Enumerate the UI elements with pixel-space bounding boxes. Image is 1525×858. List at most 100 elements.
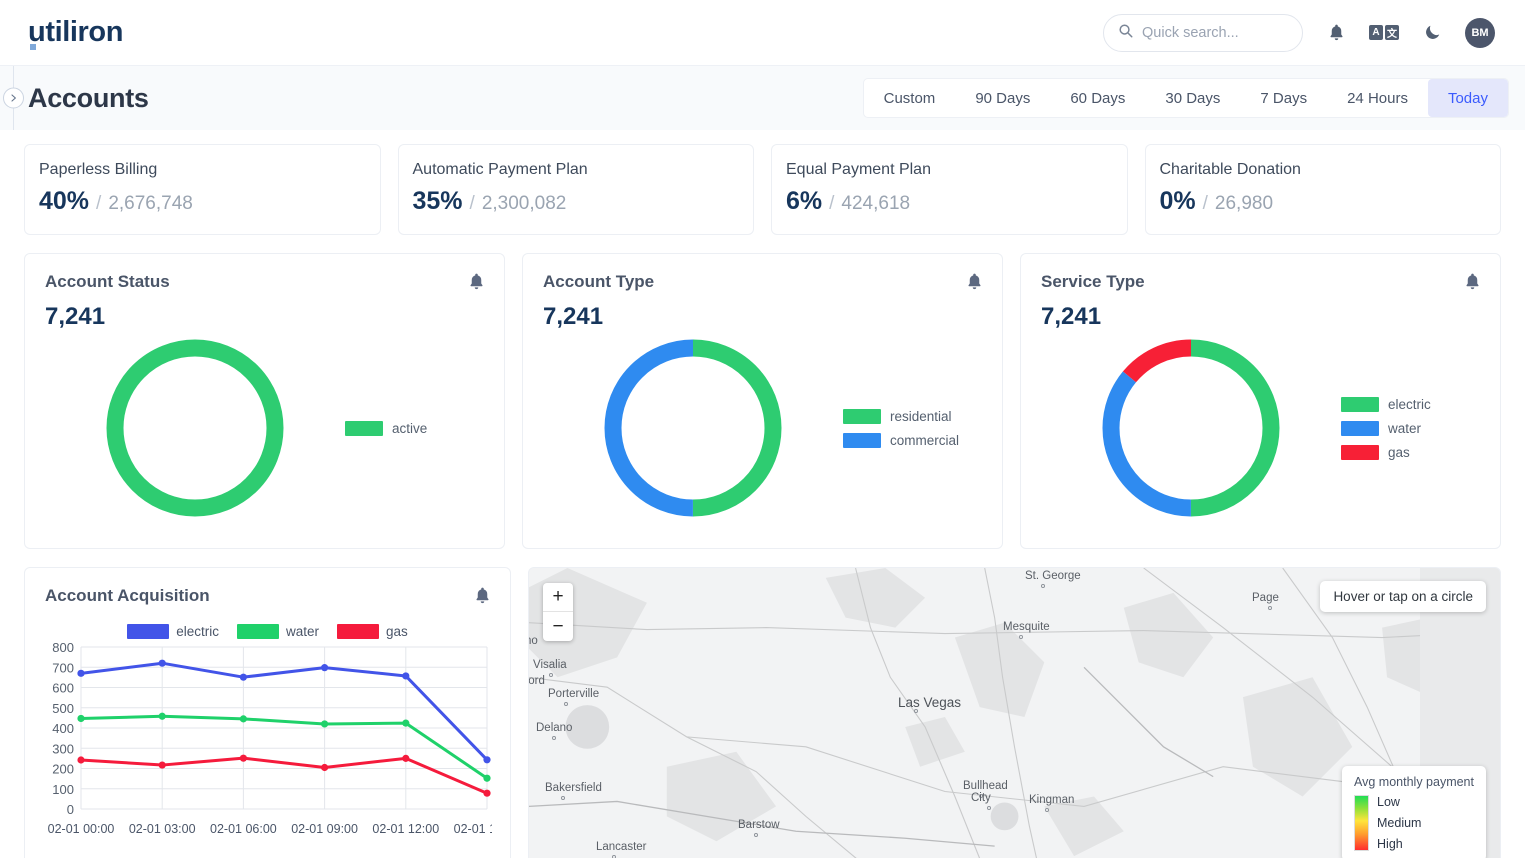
range-tab-60-days[interactable]: 60 Days <box>1050 79 1145 117</box>
svg-text:800: 800 <box>52 640 74 655</box>
map-panel[interactable]: + − Hover or tap on a circle Avg monthly… <box>528 567 1501 858</box>
map-city-label: Bullhead <box>963 780 1008 792</box>
map-city-label: Lancaster <box>596 841 647 853</box>
map-city-label: Kingman <box>1029 794 1075 806</box>
map-city-dot <box>561 796 565 800</box>
kpi-separator: / <box>96 193 102 214</box>
map-city-label: City <box>971 792 991 804</box>
map-city-label: Barstow <box>738 819 780 831</box>
bell-icon[interactable] <box>1463 272 1482 296</box>
dark-mode-button[interactable] <box>1417 18 1447 48</box>
card-title: Account Type <box>543 272 655 291</box>
map-city-dot <box>1041 584 1045 588</box>
card-total: 7,241 <box>543 303 604 330</box>
app-logo[interactable]: utiliron <box>28 16 124 50</box>
card-service-type: Service Type 7,241 electric water gas <box>1020 253 1501 549</box>
legend-item[interactable]: water <box>236 624 319 639</box>
donut-chart-account-type <box>543 333 843 523</box>
svg-text:500: 500 <box>52 701 74 716</box>
map-city-dot <box>1268 606 1272 610</box>
range-tab-24-hours[interactable]: 24 Hours <box>1327 79 1428 117</box>
search-box[interactable] <box>1103 13 1303 52</box>
kpi-total: 2,676,748 <box>108 193 193 214</box>
map-legend-title: Avg monthly payment <box>1354 775 1474 789</box>
range-tab-custom[interactable]: Custom <box>864 79 956 117</box>
map-legend-body: Low Medium High <box>1354 795 1474 851</box>
range-tab-90-days[interactable]: 90 Days <box>955 79 1050 117</box>
map-city-label: Visalia <box>533 659 567 671</box>
map-city-dot <box>564 702 568 706</box>
kpi-value: 0% / 26,980 <box>1160 187 1487 216</box>
kpi-card-paperless-billing: Paperless Billing 40% / 2,676,748 <box>24 144 381 235</box>
legend-label: gas <box>1388 444 1410 460</box>
range-tab-today[interactable]: Today <box>1427 79 1508 117</box>
kpi-label: Charitable Donation <box>1159 161 1301 178</box>
user-avatar[interactable]: BM <box>1465 17 1495 48</box>
kpi-percent: 40% <box>39 187 90 215</box>
donut-area: electric water gas <box>1041 333 1480 523</box>
map-zoom-controls: + − <box>543 583 573 641</box>
svg-text:02-01 06:00: 02-01 06:00 <box>210 822 277 836</box>
bell-icon[interactable] <box>473 586 492 610</box>
map-city-label: Fresno <box>529 635 538 647</box>
legend-swatch-residential <box>843 408 881 424</box>
map-legend-label-high: High <box>1377 837 1403 851</box>
map-legend-label-low: Low <box>1377 795 1400 809</box>
translate-button[interactable]: A 文 <box>1369 18 1399 48</box>
legend-swatch-water <box>1341 420 1379 436</box>
dashboard-content: Paperless Billing 40% / 2,676,748 Automa… <box>0 144 1525 858</box>
search-input[interactable] <box>1142 24 1288 41</box>
line-chart-account-acquisition: 0 100 200 300 400 500 600 700 800 02-01 00:00 02-0… <box>48 640 521 836</box>
map-city-dot <box>552 736 556 740</box>
date-range-tabs: Custom 90 Days 60 Days 30 Days 7 Days 24… <box>862 78 1509 118</box>
legend-item[interactable]: gas <box>337 624 408 639</box>
svg-text:600: 600 <box>52 681 74 696</box>
legend-item[interactable]: electric <box>1341 396 1431 412</box>
bell-icon[interactable] <box>467 272 486 296</box>
legend-label: residential <box>890 408 952 424</box>
bell-icon[interactable] <box>965 272 984 296</box>
notifications-button[interactable] <box>1321 18 1351 48</box>
donut-legend: electric water gas <box>1341 396 1431 460</box>
legend-item[interactable]: gas <box>1341 444 1431 460</box>
donut-legend: active <box>345 420 428 436</box>
map-city-label: Hanford <box>528 675 545 687</box>
map-city-label: Delano <box>536 722 573 734</box>
legend-item[interactable]: active <box>345 420 428 436</box>
legend-label: active <box>392 420 428 436</box>
kpi-total: 2,300,082 <box>481 193 567 214</box>
app-logo-text: utiliron <box>28 16 124 48</box>
svg-text:02-01 03:00: 02-01 03:00 <box>129 822 196 836</box>
sidebar-toggle-button[interactable] <box>3 87 24 109</box>
map-city-dot <box>1045 808 1049 812</box>
map-city-label: Las Vegas <box>898 695 962 710</box>
card-account-status: Account Status 7,241 active <box>24 253 505 549</box>
header-actions: A 文 BM <box>1103 13 1495 52</box>
donut-row: Account Status 7,241 active Account Type… <box>24 253 1501 549</box>
card-title: Account Status <box>45 272 170 291</box>
legend-item[interactable]: commercial <box>843 432 959 448</box>
kpi-value: 35% / 2,300,082 <box>413 187 740 216</box>
map-zoom-in-button[interactable]: + <box>543 583 573 612</box>
legend-item[interactable]: electric <box>127 624 219 639</box>
legend-swatch-active <box>345 420 383 436</box>
donut-legend: residential commercial <box>843 408 959 448</box>
range-tab-30-days[interactable]: 30 Days <box>1145 79 1240 117</box>
legend-item[interactable]: water <box>1341 420 1431 436</box>
kpi-percent: 0% <box>1159 187 1196 215</box>
legend-item[interactable]: residential <box>843 408 959 424</box>
kpi-row: Paperless Billing 40% / 2,676,748 Automa… <box>24 144 1501 235</box>
svg-text:0: 0 <box>67 802 74 817</box>
card-title: Account Acquisition <box>45 586 210 605</box>
chevron-right-icon <box>11 94 16 102</box>
map-city-dot <box>549 673 553 677</box>
logo-accent-square <box>30 44 36 50</box>
donut-area: residential commercial <box>543 333 982 523</box>
range-tab-7-days[interactable]: 7 Days <box>1240 79 1327 117</box>
card-account-type: Account Type 7,241 residential commercia… <box>522 253 1003 549</box>
map-zoom-out-button[interactable]: − <box>543 612 573 641</box>
kpi-card-equal-payment-plan: Equal Payment Plan 6% / 424,618 <box>771 144 1128 235</box>
moon-icon <box>1425 25 1439 39</box>
line-chart-legend: electric water gas <box>45 624 490 639</box>
kpi-label: Equal Payment Plan <box>786 161 931 178</box>
